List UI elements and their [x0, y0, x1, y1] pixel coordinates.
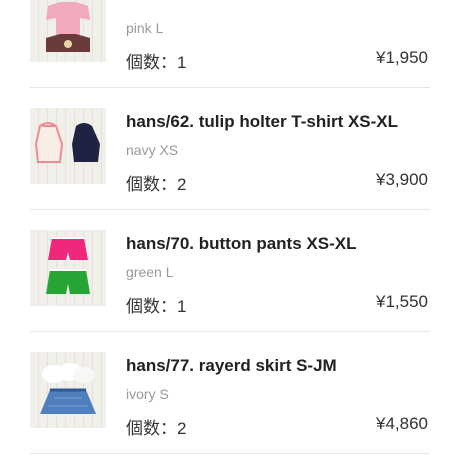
halter-top-icon[interactable]	[30, 108, 106, 184]
item-title[interactable]: hans/62. tulip holter T-shirt XS-XL	[126, 112, 436, 132]
t-shirt-pink-brown-icon[interactable]	[30, 0, 106, 62]
item-quantity: 個数：2	[126, 175, 187, 194]
item-title[interactable]: hans/70. button pants XS-XL	[126, 234, 436, 254]
item-variant: green L	[126, 264, 174, 280]
cart-item[interactable]: hans/77. rayerd skirt S-JM ivory S 個数：2 …	[0, 332, 460, 454]
cart-item[interactable]: pink L 個数：1 ¥1,950	[0, 0, 460, 88]
item-variant: pink L	[126, 20, 164, 36]
cart-item[interactable]: hans/70. button pants XS-XL green L 個数：1…	[0, 210, 460, 332]
skirt-white-denim-icon[interactable]	[30, 352, 106, 428]
item-quantity: 個数：2	[126, 419, 187, 438]
item-price: ¥4,860	[376, 414, 428, 433]
item-variant: ivory S	[126, 386, 169, 402]
cart-item[interactable]: hans/62. tulip holter T-shirt XS-XL navy…	[0, 88, 460, 210]
item-quantity: 個数：1	[126, 53, 187, 72]
item-price: ¥3,900	[376, 170, 428, 189]
item-price: ¥1,950	[376, 48, 428, 67]
cart-item-list: pink L 個数：1 ¥1,950 hans/62. tulip holter…	[0, 0, 460, 454]
shorts-pink-green-icon[interactable]	[30, 230, 106, 306]
item-price: ¥1,550	[376, 292, 428, 311]
item-variant: navy XS	[126, 142, 179, 158]
item-quantity: 個数：1	[126, 297, 187, 316]
item-title[interactable]: hans/77. rayerd skirt S-JM	[126, 356, 436, 376]
divider	[30, 453, 430, 454]
